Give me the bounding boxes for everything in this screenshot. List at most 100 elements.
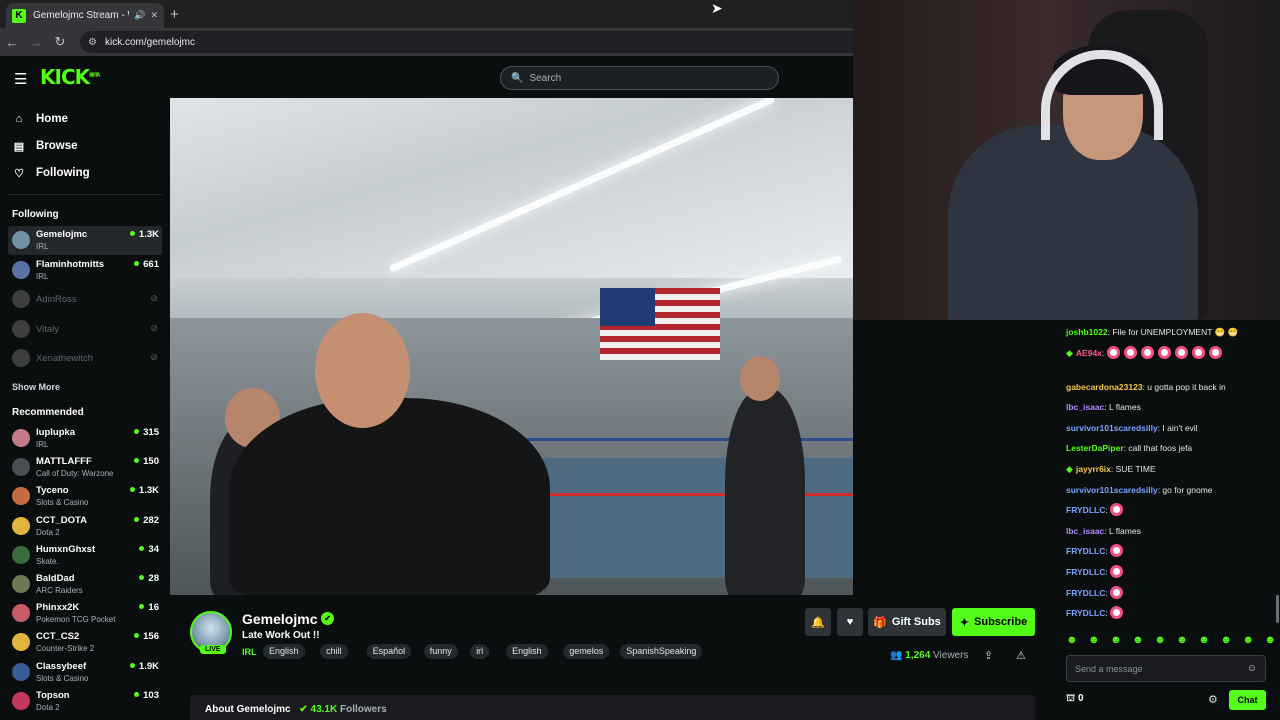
url-field[interactable]: ⚙ kick.com/gemelojmc <box>80 31 853 53</box>
sidebar-channel[interactable]: CCT_CS2 Counter-Strike 2 156 <box>8 628 162 657</box>
sidebar-channel[interactable]: Xenathewitch ⊘ <box>8 344 162 373</box>
channel-points[interactable]: ⛫ 0 <box>1066 693 1084 706</box>
sidebar-channel[interactable]: Vitaly ⊘ <box>8 315 162 344</box>
chat-text: call that foos jefa <box>1128 443 1193 454</box>
browser-tab[interactable]: K Gemelojmc Stream - Watc 🔊 ✕ <box>6 3 164 28</box>
sidebar-channel[interactable]: HumxnGhxst Skate. 34 <box>8 541 162 570</box>
notification-button[interactable]: 🔔 <box>805 608 831 636</box>
menu-icon[interactable]: ☰ <box>14 70 27 88</box>
share-icon[interactable]: ⇪ <box>984 649 993 662</box>
chat-message: lbc_isaac: L flames <box>1066 400 1276 414</box>
emote-icon[interactable]: ☻ <box>1198 634 1210 650</box>
emote-icon[interactable]: ☻ <box>1066 634 1078 650</box>
reload-icon[interactable]: ↻ <box>48 34 72 50</box>
subscribe-button[interactable]: ✦ Subscribe <box>952 608 1035 636</box>
emote-icon[interactable]: ☻ <box>1242 634 1254 650</box>
avatar <box>12 319 30 338</box>
chat-username[interactable]: FRYDLLC <box>1066 588 1105 598</box>
kick-logo[interactable]: KICKBETA <box>40 65 100 89</box>
sidebar-channel[interactable]: Flaminhotmitts IRL 661 <box>8 256 162 285</box>
sidebar-channel[interactable]: Gemelojmc IRL 1.3K <box>8 226 162 255</box>
emote-bar: ☻ ☻ ☻ ☻ ☻ ☻ ☻ ☻ ☻ ☻ <box>1066 634 1276 650</box>
gear-icon[interactable]: ⚙ <box>1208 693 1218 706</box>
sidebar-item-browse[interactable]: ▤ Browse <box>12 137 78 155</box>
chat-username[interactable]: FRYDLLC <box>1066 608 1105 618</box>
stream-category[interactable]: IRL <box>242 647 257 657</box>
channel-name: MATTLAFFF <box>36 456 92 468</box>
sidebar-channel[interactable]: Topson Dota 2 103 <box>8 687 162 716</box>
page-scrollbar[interactable] <box>1276 595 1279 623</box>
emote-icon[interactable]: ☻ <box>1110 634 1122 650</box>
sidebar-channel[interactable]: AdinRoss ⊘ <box>8 285 162 314</box>
report-icon[interactable]: ⚠ <box>1016 649 1026 662</box>
home-icon: ⌂ <box>15 113 23 125</box>
streamer-name[interactable]: Gemelojmc <box>242 611 317 627</box>
new-tab-button[interactable]: + <box>170 6 179 23</box>
chat-username[interactable]: FRYDLLC <box>1066 505 1105 515</box>
chat-username[interactable]: survivor101scaredsilly <box>1066 485 1158 495</box>
channel-category: Call of Duty: Warzone <box>36 469 114 479</box>
channel-category: Dota 2 <box>36 527 60 537</box>
sidebar-channel[interactable]: Tyceno Slots & Casino 1.3K <box>8 482 162 511</box>
chat-input[interactable]: Send a message ☺ <box>1066 655 1266 682</box>
chat-username[interactable]: lbc_isaac <box>1066 402 1104 412</box>
viewer-count: 16 <box>139 602 159 613</box>
show-more-link[interactable]: Show More <box>12 382 60 392</box>
sidebar-channel[interactable]: BaldDad ARC Raiders 28 <box>8 570 162 599</box>
stream-tag[interactable]: Español <box>366 644 412 659</box>
heart-icon: ♡ <box>14 167 24 180</box>
emote-icon[interactable]: ☻ <box>1088 634 1100 650</box>
site-info-icon[interactable]: ⚙ <box>88 37 97 48</box>
emote-icon <box>1110 544 1124 558</box>
stream-tag[interactable]: funny <box>423 644 458 659</box>
chat-username[interactable]: FRYDLLC <box>1066 567 1105 577</box>
emote-icon[interactable]: ☻ <box>1154 634 1166 650</box>
sidebar-channel[interactable]: CCT_DOTA Dota 2 282 <box>8 512 162 541</box>
emote-icon <box>1123 345 1137 359</box>
stream-tag[interactable]: irl <box>470 644 490 659</box>
chat-text: File for UNEMPLOYMENT 😁 😁 <box>1112 327 1239 337</box>
browser-tab-bar: K Gemelojmc Stream - Watc 🔊 ✕ + <box>0 0 853 28</box>
emote-icon <box>1106 345 1120 359</box>
stream-tag[interactable]: chill <box>320 644 348 659</box>
chat-username[interactable]: survivor101scaredsilly <box>1066 423 1158 433</box>
sidebar-item-home[interactable]: ⌂ Home <box>12 110 68 128</box>
chat-panel: joshb1022: File for UNEMPLOYMENT 😁 😁 ◆ AE9… <box>1053 320 1280 720</box>
emote-icon[interactable]: ☻ <box>1220 634 1232 650</box>
sidebar-channel[interactable]: MATTLAFFF Call of Duty: Warzone 150 <box>8 453 162 482</box>
speaker-icon[interactable]: 🔊 <box>134 10 145 21</box>
about-title: About Gemelojmc <box>205 704 291 715</box>
forward-icon[interactable]: → <box>24 35 48 50</box>
search-input[interactable]: 🔍 Search <box>500 66 779 90</box>
emote-icon[interactable]: ☻ <box>1132 634 1144 650</box>
chat-send-button[interactable]: Chat <box>1229 690 1266 710</box>
chat-username[interactable]: joshb1022 <box>1066 327 1108 337</box>
close-icon[interactable]: ✕ <box>150 10 158 21</box>
stream-tag[interactable]: English <box>506 644 548 659</box>
chat-username[interactable]: gabecardona23123 <box>1066 382 1143 392</box>
emote-icon[interactable]: ☻ <box>1264 634 1276 650</box>
chat-username[interactable]: jayyrr6ix <box>1076 464 1111 474</box>
chat-username[interactable]: AE94x <box>1076 348 1102 358</box>
back-icon[interactable]: ← <box>0 35 24 50</box>
stream-tag[interactable]: SpanishSpeaking <box>620 644 703 659</box>
emote-icon <box>1110 606 1124 620</box>
emote-icon <box>1140 345 1154 359</box>
channel-category: Skate. <box>36 556 59 566</box>
chat-username[interactable]: FRYDLLC <box>1066 546 1105 556</box>
chat-username[interactable]: LesterDaPiper <box>1066 443 1124 453</box>
sidebar-channel[interactable]: luplupka IRL 315 <box>8 424 162 453</box>
emoji-picker-icon[interactable]: ☺ <box>1247 663 1257 674</box>
sidebar-channel[interactable]: Phinxx2K Pokemon TCG Pocket 16 <box>8 599 162 628</box>
follow-button[interactable]: ♥ <box>837 608 863 636</box>
chat-username[interactable]: lbc_isaac <box>1066 526 1104 536</box>
site-header: ☰ KICKBETA 🔍 Search <box>0 56 853 98</box>
chat-text: u gotta pop it back in <box>1147 381 1226 392</box>
video-player[interactable] <box>170 98 853 595</box>
stream-tag[interactable]: English <box>263 644 305 659</box>
emote-icon[interactable]: ☻ <box>1176 634 1188 650</box>
gift-subs-button[interactable]: 🎁 Gift Subs <box>868 608 946 636</box>
stream-tag[interactable]: gemelos <box>563 644 610 659</box>
sidebar-channel[interactable]: Classybeef Slots & Casino 1.9K <box>8 658 162 687</box>
sidebar-item-following[interactable]: ♡ Following <box>12 164 90 182</box>
